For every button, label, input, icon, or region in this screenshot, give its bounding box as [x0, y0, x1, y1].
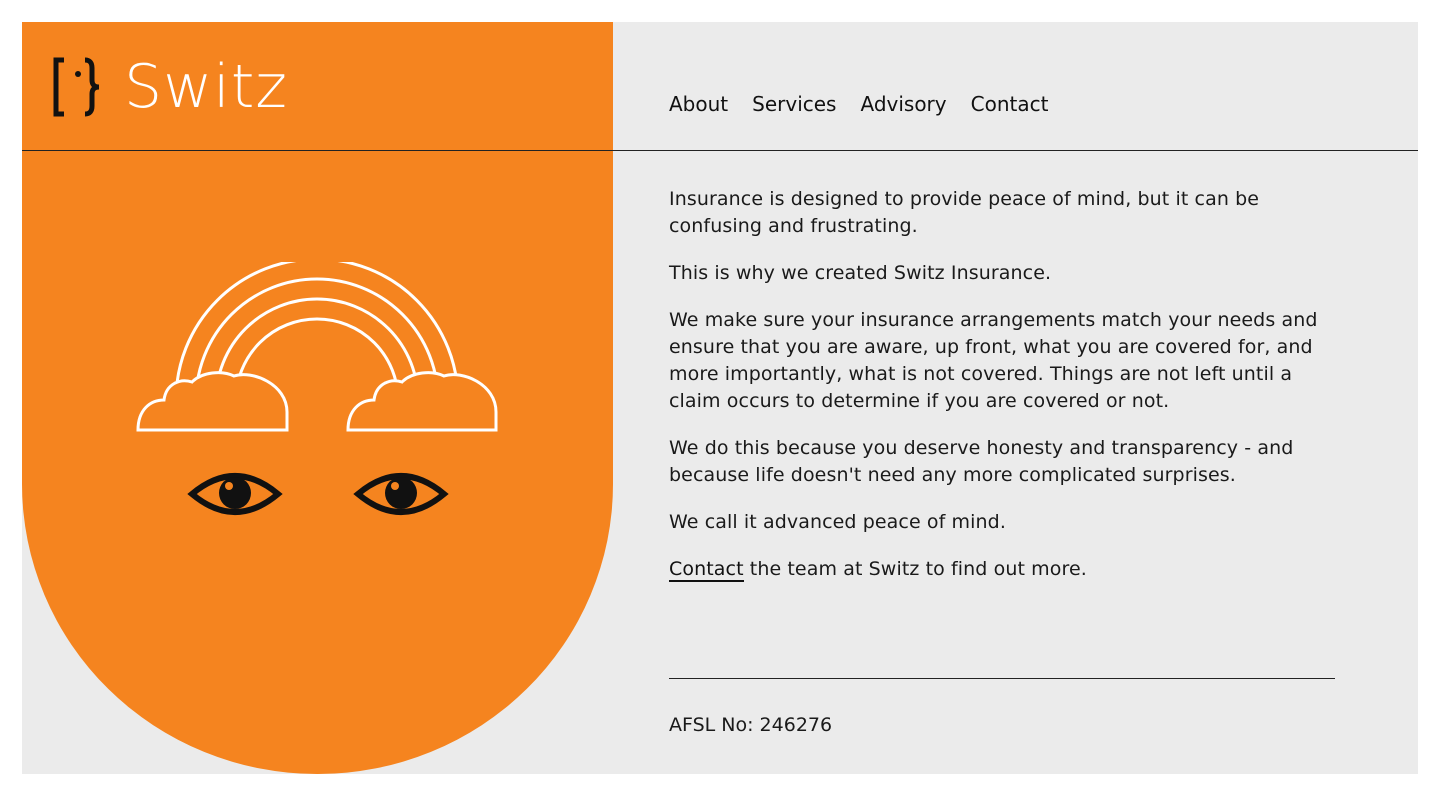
logo[interactable]: Switz	[52, 52, 288, 122]
paragraph-intro: Insurance is designed to provide peace o…	[669, 188, 1260, 237]
eye-icon	[187, 473, 449, 515]
rainbow-illustration	[136, 262, 498, 515]
about-content: Insurance is designed to provide peace o…	[669, 186, 1337, 603]
nav-services[interactable]: Services	[752, 92, 836, 116]
header-divider	[22, 150, 1418, 151]
nav-about[interactable]: About	[669, 92, 728, 116]
cloud-icon	[136, 371, 498, 432]
logo-text: Switz	[124, 52, 288, 122]
main-nav: About Services Advisory Contact	[669, 92, 1048, 116]
footer-divider	[669, 678, 1335, 679]
nav-advisory[interactable]: Advisory	[860, 92, 946, 116]
page: Switz About Services Advisory Contact In…	[22, 22, 1418, 774]
contact-link[interactable]: Contact	[669, 558, 744, 582]
paragraph-honesty: We do this because you deserve honesty a…	[669, 437, 1294, 486]
paragraph-peace: We call it advanced peace of mind.	[669, 511, 1006, 533]
paragraph-arrangements: We make sure your insurance arrangements…	[669, 309, 1318, 412]
paragraph-contact: Contact the team at Switz to find out mo…	[669, 556, 1337, 583]
contact-text: the team at Switz to find out more.	[743, 558, 1087, 580]
bracket-brace-icon	[53, 57, 100, 117]
afsl-number: AFSL No: 246276	[669, 714, 833, 736]
nav-contact[interactable]: Contact	[971, 92, 1049, 116]
paragraph-why: This is why we created Switz Insurance.	[669, 262, 1052, 284]
